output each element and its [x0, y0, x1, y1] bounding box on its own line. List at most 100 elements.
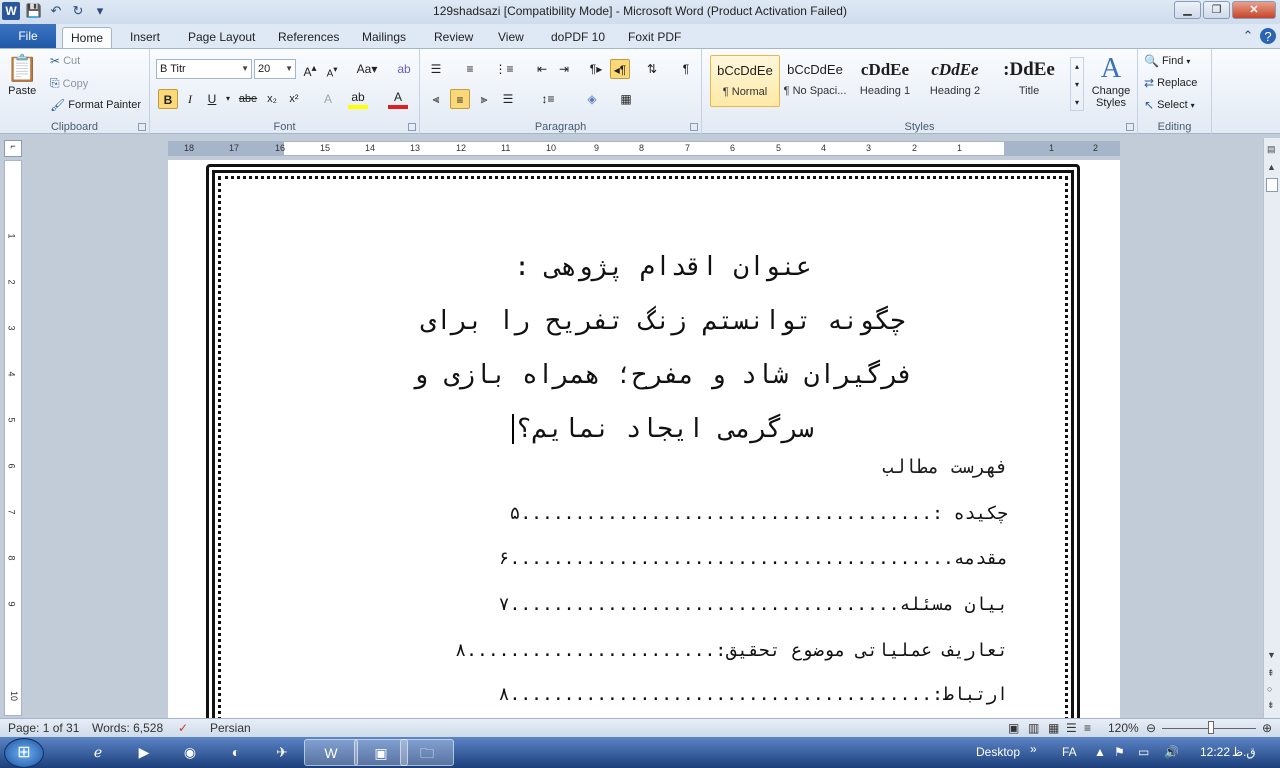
full-screen-reading-icon[interactable]: ▥ — [1028, 721, 1039, 735]
next-page-icon[interactable]: ⇟ — [1267, 700, 1275, 711]
vertical-scrollbar[interactable]: ▤ ▲ ▼ ⇞ ○ ⇟ — [1263, 138, 1280, 718]
find-button[interactable]: 🔍 Find ▾ — [1144, 54, 1190, 68]
scroll-up-icon[interactable]: ▲ — [1267, 162, 1276, 172]
language-indicator[interactable]: Persian — [210, 721, 251, 735]
align-right-icon[interactable]: ⫸ — [474, 89, 494, 109]
tab-insert[interactable]: Insert — [122, 27, 168, 48]
ltr-direction-icon[interactable]: ¶▸ — [586, 59, 606, 79]
change-case-icon[interactable]: Aa▾ — [354, 59, 380, 79]
language-bar[interactable]: FA — [1062, 745, 1077, 759]
firefox-icon[interactable]: ◐ — [216, 739, 256, 766]
tab-home[interactable]: Home — [62, 27, 113, 48]
line-spacing-icon[interactable]: ↕≡ — [538, 89, 558, 109]
strikethrough-button[interactable]: abe — [238, 89, 258, 109]
format-painter-button[interactable]: 🖌 Format Painter — [50, 98, 141, 112]
start-button[interactable]: ⊞ — [4, 738, 44, 768]
print-layout-icon[interactable]: ▣ — [1008, 721, 1019, 735]
style-normal[interactable]: bCcDdEe ¶ Normal — [710, 55, 780, 107]
underline-dropdown-icon[interactable]: ▾ — [218, 89, 238, 109]
numbering-icon[interactable]: ≡ — [460, 59, 480, 79]
change-styles-button[interactable]: A Change Styles — [1090, 53, 1132, 109]
tab-references[interactable]: References — [270, 27, 347, 48]
italic-button[interactable]: I — [180, 89, 200, 109]
grow-font-icon[interactable]: A▴ — [300, 59, 320, 79]
document-page[interactable]: عنوان اقدام پژوهی : چگونه توانستم زنگ تف… — [168, 160, 1120, 718]
tab-foxit-pdf[interactable]: Foxit PDF — [620, 27, 689, 48]
media-player-icon[interactable]: ▶ — [124, 739, 164, 766]
cut-button[interactable]: ✂ Cut — [50, 54, 80, 68]
bullets-icon[interactable]: ☰ — [426, 59, 446, 79]
tab-selector-icon[interactable]: ⌐ — [4, 140, 22, 157]
show-hidden-icons[interactable]: ▲ — [1094, 745, 1106, 759]
align-left-icon[interactable]: ⫷ — [426, 89, 446, 109]
select-button[interactable]: ↖ Select ▾ — [1144, 98, 1195, 112]
zoom-level[interactable]: 120% — [1108, 721, 1139, 735]
style-heading-2[interactable]: cDdEe Heading 2 — [920, 55, 990, 107]
page-count[interactable]: Page: 1 of 31 — [8, 721, 79, 735]
draft-icon[interactable]: ≡ — [1084, 721, 1091, 735]
browse-object-icon[interactable]: ○ — [1267, 684, 1272, 694]
toc-entry[interactable]: مقدمه...................................… — [283, 548, 1008, 574]
styles-launcher-icon[interactable] — [1126, 123, 1134, 131]
internet-explorer-icon[interactable]: ℯ — [78, 739, 118, 766]
style-heading-1[interactable]: cDdEe Heading 1 — [850, 55, 920, 107]
zoom-slider-thumb[interactable] — [1208, 721, 1214, 734]
font-launcher-icon[interactable] — [408, 123, 416, 131]
proofing-icon[interactable]: ✓ — [178, 721, 188, 735]
tab-dopdf[interactable]: doPDF 10 — [543, 27, 613, 48]
telegram-icon[interactable]: ✈ — [262, 739, 302, 766]
align-center-icon[interactable]: ≡ — [450, 89, 470, 109]
help-icon[interactable]: ? — [1260, 28, 1276, 44]
subscript-button[interactable]: x₂ — [262, 89, 282, 109]
tab-page-layout[interactable]: Page Layout — [180, 27, 263, 48]
tab-view[interactable]: View — [490, 27, 532, 48]
highlight-icon[interactable]: ab — [348, 89, 368, 109]
multilevel-list-icon[interactable]: ⋮≡ — [494, 59, 514, 79]
styles-scroll-icon[interactable]: ▴ ▾ ▾ — [1070, 57, 1084, 111]
word-count[interactable]: Words: 6,528 — [92, 721, 163, 735]
tab-mailings[interactable]: Mailings — [354, 27, 414, 48]
tab-file[interactable]: File — [0, 24, 56, 48]
scroll-down-icon[interactable]: ▼ — [1267, 650, 1276, 660]
rtl-direction-icon[interactable]: ◂¶ — [610, 59, 630, 79]
increase-indent-icon[interactable]: ⇥ — [554, 59, 574, 79]
outline-icon[interactable]: ☰ — [1066, 721, 1077, 735]
copy-button[interactable]: ⎘ Copy — [50, 76, 88, 91]
close-button[interactable]: ✕ — [1232, 1, 1276, 19]
decrease-indent-icon[interactable]: ⇤ — [532, 59, 552, 79]
font-size-combo[interactable]: 20 ▼ — [254, 59, 296, 79]
chrome-icon[interactable]: ◉ — [170, 739, 210, 766]
scroll-thumb[interactable] — [1266, 178, 1278, 192]
web-layout-icon[interactable]: ▦ — [1048, 721, 1059, 735]
vertical-ruler[interactable]: 1 2 3 4 5 6 7 8 9 10 — [4, 160, 22, 716]
justify-icon[interactable]: ☰ — [498, 89, 518, 109]
replace-button[interactable]: ⇄ Replace — [1144, 76, 1197, 90]
paragraph-launcher-icon[interactable] — [690, 123, 698, 131]
tab-review[interactable]: Review — [426, 27, 481, 48]
minimize-button[interactable]: ▁ — [1174, 1, 1201, 19]
toc-entry[interactable]: بیان مسئله..............................… — [283, 594, 1008, 620]
toc-entry[interactable]: چکیده :.................................… — [283, 503, 1008, 529]
paste-button[interactable]: 📋 Paste — [6, 53, 38, 97]
zoom-out-icon[interactable]: ⊖ — [1146, 721, 1156, 735]
clear-formatting-icon[interactable]: ab — [394, 59, 414, 79]
word-taskbar-button[interactable]: W — [304, 739, 358, 766]
shrink-font-icon[interactable]: A▾ — [322, 59, 342, 79]
superscript-button[interactable]: x² — [284, 89, 304, 109]
toolbar-expand-icon[interactable]: » — [1030, 742, 1037, 756]
font-name-combo[interactable]: B Titr ▼ — [156, 59, 252, 79]
network-icon[interactable]: ▭ — [1138, 745, 1149, 759]
shading-icon[interactable]: ◈ — [582, 89, 602, 109]
show-formatting-marks-icon[interactable]: ¶ — [676, 59, 696, 79]
previous-page-icon[interactable]: ⇞ — [1267, 668, 1275, 679]
style-no-spacing[interactable]: bCcDdEe ¶ No Spaci... — [780, 55, 850, 107]
action-center-flag-icon[interactable]: ⚑ — [1114, 745, 1125, 759]
font-color-icon[interactable]: A — [388, 89, 408, 109]
style-title[interactable]: :DdEe Title — [994, 55, 1064, 107]
text-effects-icon[interactable]: A — [318, 89, 338, 109]
restore-button[interactable]: ❐ — [1203, 1, 1230, 19]
desktop-toolbar[interactable]: Desktop — [976, 745, 1020, 759]
horizontal-ruler[interactable]: 18 17 16 15 14 13 12 11 10 9 8 7 6 5 4 3… — [168, 141, 1120, 156]
borders-icon[interactable]: ▦ — [616, 89, 636, 109]
clipboard-launcher-icon[interactable] — [138, 123, 146, 131]
